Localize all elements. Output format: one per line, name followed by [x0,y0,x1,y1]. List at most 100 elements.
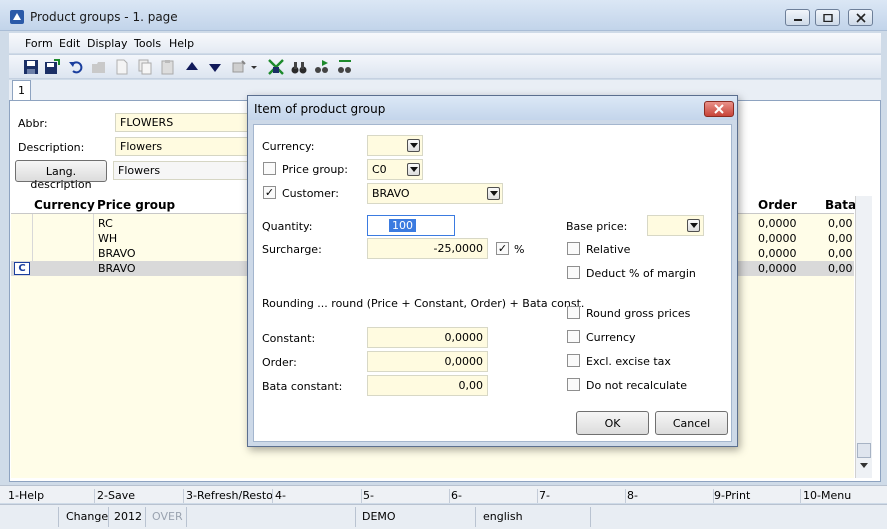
deduct-margin-checkbox[interactable] [567,266,580,279]
percent-label: % [514,243,525,256]
currency-label: Currency: [262,140,315,153]
grid-scrollbar[interactable] [855,196,872,478]
col-bata[interactable]: Bata [825,198,856,212]
new-icon[interactable] [114,59,130,75]
menu-form[interactable]: Form [25,37,53,50]
up-arrow-icon[interactable] [184,59,200,75]
dialog-close-button[interactable] [704,101,734,117]
abbr-field[interactable]: FLOWERS [115,113,255,132]
currency-checkbox[interactable] [567,330,580,343]
maximize-button[interactable] [815,9,840,26]
col-currency[interactable]: Currency [34,198,95,212]
fkey-5[interactable]: 5- [363,489,450,503]
customer-dropdown[interactable] [487,187,500,200]
order-label: Order: [262,356,297,369]
fkey-print[interactable]: 9-Print [714,489,801,503]
fkey-8[interactable]: 8- [627,489,714,503]
copy-icon[interactable] [137,59,153,75]
chevron-down-icon [409,143,418,148]
base-price-dropdown[interactable] [687,219,700,232]
minimize-icon [793,18,802,21]
excl-excise-checkbox[interactable] [567,354,580,367]
price-group-label: Price group: [282,163,348,176]
lang-description-button[interactable]: Lang. description [15,160,107,191]
binoculars-icon[interactable] [291,59,307,75]
open-icon[interactable] [91,59,107,75]
excl-excise-label: Excl. excise tax [586,355,671,368]
relative-label: Relative [586,243,631,256]
price-group-dropdown[interactable] [407,163,420,176]
fkey-help[interactable]: 1-Help [8,489,95,503]
surcharge-field[interactable]: -25,0000 [367,238,488,259]
col-order[interactable]: Order [758,198,797,212]
options-dropdown-icon[interactable] [250,59,259,75]
fkey-menu[interactable]: 10-Menu [803,489,883,503]
round-gross-checkbox[interactable] [567,306,580,319]
menu-edit[interactable]: Edit [59,37,80,50]
cell-order: 0,0000 [758,262,797,275]
undo-icon[interactable] [68,59,84,75]
cell-bata: 0,00 [828,247,853,260]
ok-button[interactable]: OK [576,411,649,435]
menu-bar: Form Edit Display Tools Help [9,33,881,53]
cancel-button[interactable]: Cancel [655,411,728,435]
cell-price-group: RC [98,217,113,230]
filter-icon[interactable] [268,59,284,75]
relative-checkbox[interactable] [567,242,580,255]
status-year: 2012 [114,510,142,523]
customer-checkbox[interactable]: ✓ [263,186,276,199]
constant-field[interactable]: 0,0000 [367,327,488,348]
cell-price-group: BRAVO [98,262,136,275]
menu-help[interactable]: Help [169,37,194,50]
currency-cb-label: Currency [586,331,636,344]
status-mode: Change [66,510,109,523]
lang-description-field: Flowers [113,161,255,180]
col-price-group[interactable]: Price group [97,198,175,212]
quantity-value: 100 [389,219,416,232]
chevron-down-icon [409,167,418,172]
fkey-refresh[interactable]: 3-Refresh/Restor [186,489,273,503]
surcharge-label: Surcharge: [262,243,322,256]
options-icon[interactable] [231,59,247,75]
save-icon[interactable] [23,59,39,75]
scroll-down-icon[interactable] [859,462,869,470]
constant-label: Constant: [262,332,316,345]
menu-tools[interactable]: Tools [134,37,161,50]
round-gross-label: Round gross prices [586,307,691,320]
maximize-icon [822,13,833,22]
order-field[interactable]: 0,0000 [367,351,488,372]
customer-label: Customer: [282,187,339,200]
quantity-field[interactable]: 100 [367,215,455,236]
fkey-6[interactable]: 6- [451,489,538,503]
down-arrow-icon[interactable] [207,59,223,75]
fkey-4[interactable]: 4- [275,489,362,503]
find-next-icon[interactable] [314,59,330,75]
item-dialog: Item of product group Currency: Price gr… [247,95,738,447]
status-over: OVER [152,510,183,523]
menu-display[interactable]: Display [87,37,128,50]
chevron-down-icon [689,223,698,228]
description-field[interactable]: Flowers [115,137,255,156]
price-group-checkbox[interactable] [263,162,276,175]
find-all-icon[interactable] [337,59,353,75]
dialog-body: Currency: Price group: C0 ✓ Customer: BR… [253,124,732,442]
check-icon: ✓ [264,186,275,199]
minimize-button[interactable] [785,9,810,26]
close-button[interactable] [848,9,873,26]
save-as-icon[interactable] [44,59,60,75]
cell-order: 0,0000 [758,232,797,245]
fkey-7[interactable]: 7- [539,489,626,503]
customer-field[interactable]: BRAVO [367,183,503,204]
do-not-recalc-label: Do not recalculate [586,379,687,392]
scroll-thumb[interactable] [857,443,871,458]
currency-dropdown[interactable] [407,139,420,152]
percent-checkbox[interactable]: ✓ [496,242,509,255]
deduct-margin-label: Deduct % of margin [586,267,696,280]
fkey-save[interactable]: 2-Save [97,489,184,503]
cell-bata: 0,00 [828,217,853,230]
cell-bata: 0,00 [828,262,853,275]
do-not-recalc-checkbox[interactable] [567,378,580,391]
tab-page-1[interactable]: 1 [12,80,31,101]
paste-icon[interactable] [160,59,176,75]
bata-constant-field[interactable]: 0,00 [367,375,488,396]
